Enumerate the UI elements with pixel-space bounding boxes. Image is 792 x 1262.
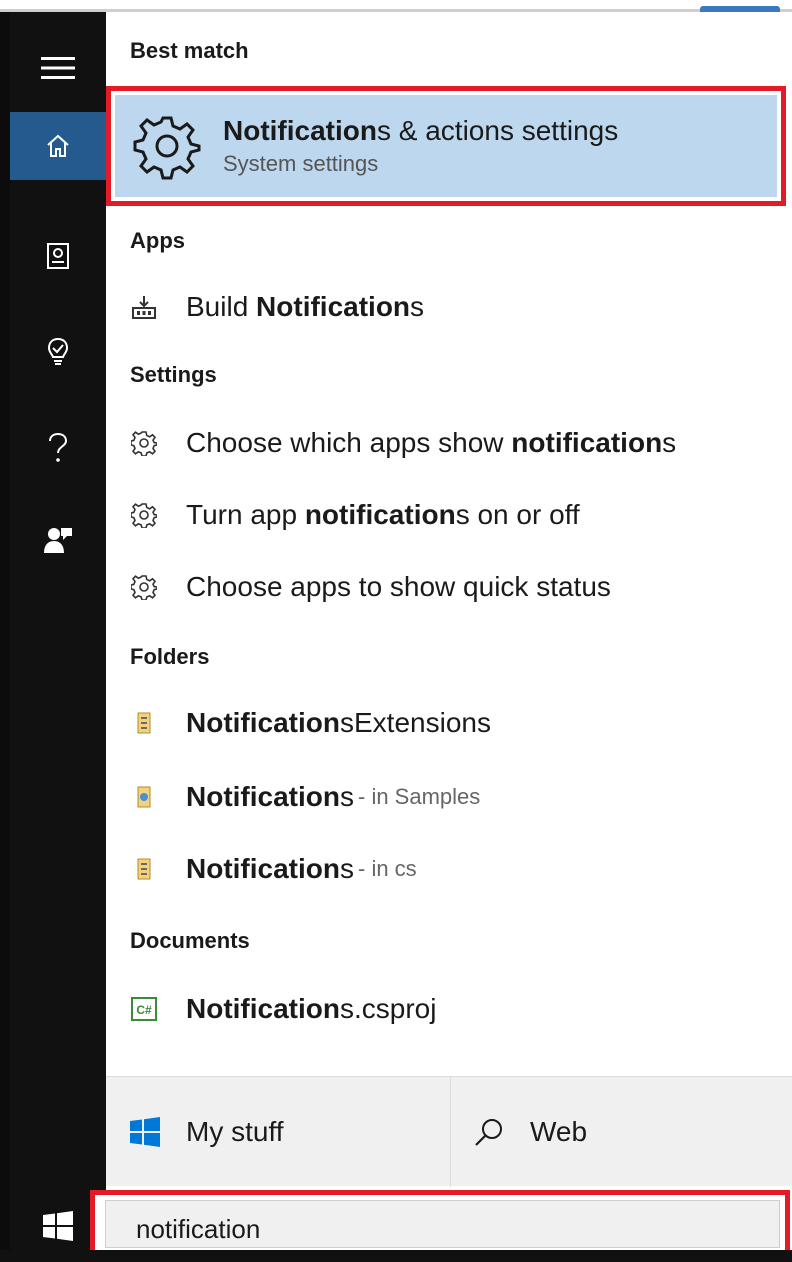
- folder-result-1-bold: Notification: [186, 707, 340, 738]
- build-app-icon: [130, 293, 158, 321]
- settings-result-2-post: s on or off: [455, 499, 580, 530]
- settings-result-2[interactable]: Turn app notification s on or off: [130, 490, 780, 540]
- best-match-title-rest: s & actions settings: [377, 115, 619, 146]
- hamburger-icon: [41, 57, 75, 79]
- settings-result-3[interactable]: Choose apps to show quick status: [130, 562, 780, 612]
- rail-edge: [0, 12, 10, 1262]
- search-box-annotation: [90, 1190, 790, 1258]
- web-label: Web: [530, 1116, 588, 1147]
- results-panel: Best match Notifications & actions setti…: [106, 12, 792, 1190]
- svg-text:C#: C#: [136, 1003, 152, 1017]
- best-match-result[interactable]: Notifications & actions settings System …: [106, 86, 786, 206]
- settings-result-1-bold: notification: [511, 427, 663, 458]
- folder-result-3-post: s: [340, 853, 354, 884]
- app-result-post: s: [410, 291, 425, 322]
- section-folders: Folders: [130, 644, 210, 669]
- settings-result-2-pre: Turn app: [186, 499, 305, 530]
- settings-result-1-post: s: [662, 427, 677, 458]
- left-rail: [0, 12, 106, 1262]
- notebook-icon: [47, 243, 69, 269]
- filter-bar: My stuff Web: [106, 1076, 792, 1187]
- my-stuff-button[interactable]: My stuff: [130, 1077, 450, 1187]
- settings-result-2-bold: notification: [304, 499, 456, 530]
- section-settings: Settings: [130, 362, 217, 387]
- reminders-button[interactable]: [10, 318, 106, 386]
- settings-result-1-pre: Choose which apps show: [186, 427, 512, 458]
- document-result[interactable]: C# Notification s.csproj: [130, 984, 780, 1034]
- filter-divider: [450, 1077, 451, 1187]
- web-button[interactable]: Web: [474, 1077, 774, 1187]
- taskbar-base: [0, 1250, 792, 1262]
- top-strip: [0, 0, 792, 12]
- gear-icon: [130, 501, 158, 529]
- folder-result-1[interactable]: Notification sExtensions: [130, 698, 780, 748]
- document-result-bold: Notification: [186, 993, 340, 1024]
- folder-result-3[interactable]: Notification s - in cs: [130, 844, 780, 894]
- best-match-highlight: Notifications & actions settings System …: [115, 95, 777, 197]
- document-result-post: s.csproj: [340, 993, 437, 1024]
- notebook-button[interactable]: [10, 222, 106, 290]
- csharp-file-icon: C#: [130, 995, 158, 1023]
- lightbulb-icon: [47, 337, 69, 365]
- section-documents: Documents: [130, 928, 250, 953]
- folder-icon: [130, 855, 158, 883]
- search-input[interactable]: [136, 1207, 776, 1251]
- hamburger-menu-button[interactable]: [10, 34, 106, 102]
- section-best-match: Best match: [130, 38, 249, 63]
- app-result-bold: Notification: [256, 291, 411, 322]
- search-box: [105, 1200, 780, 1251]
- best-match-title-bold: Notification: [223, 115, 377, 146]
- folder-result-2[interactable]: Notification s - in Samples: [130, 772, 780, 822]
- app-result[interactable]: Build Notification s: [130, 282, 780, 332]
- help-button[interactable]: [10, 414, 106, 482]
- folder-result-3-location: - in cs: [358, 856, 417, 881]
- settings-result-1[interactable]: Choose which apps show notification s: [130, 418, 780, 468]
- app-result-pre: Build: [186, 291, 257, 322]
- gear-icon: [133, 116, 201, 180]
- feedback-button[interactable]: [10, 506, 106, 574]
- folder-icon: [130, 783, 158, 811]
- folder-result-3-bold: Notification: [186, 853, 340, 884]
- folder-result-1-post: sExtensions: [340, 707, 491, 738]
- help-icon: [49, 432, 68, 462]
- gear-icon: [130, 429, 158, 457]
- my-stuff-label: My stuff: [186, 1116, 284, 1147]
- folder-result-2-bold: Notification: [186, 781, 340, 812]
- home-button[interactable]: [10, 112, 106, 180]
- folder-result-2-location: - in Samples: [358, 784, 481, 809]
- search-icon: [474, 1117, 504, 1147]
- gear-icon: [130, 573, 158, 601]
- best-match-subtitle: System settings: [223, 151, 379, 176]
- folder-icon: [130, 709, 158, 737]
- best-match-title: Notifications & actions settings: [223, 113, 618, 149]
- feedback-icon: [44, 528, 72, 553]
- home-icon: [47, 134, 69, 157]
- windows-logo-icon: [43, 1211, 73, 1241]
- folder-result-2-post: s: [340, 781, 354, 812]
- settings-result-3-pre: Choose apps to show quick status: [186, 571, 611, 602]
- windows-logo-icon: [130, 1117, 160, 1147]
- section-apps: Apps: [130, 228, 185, 253]
